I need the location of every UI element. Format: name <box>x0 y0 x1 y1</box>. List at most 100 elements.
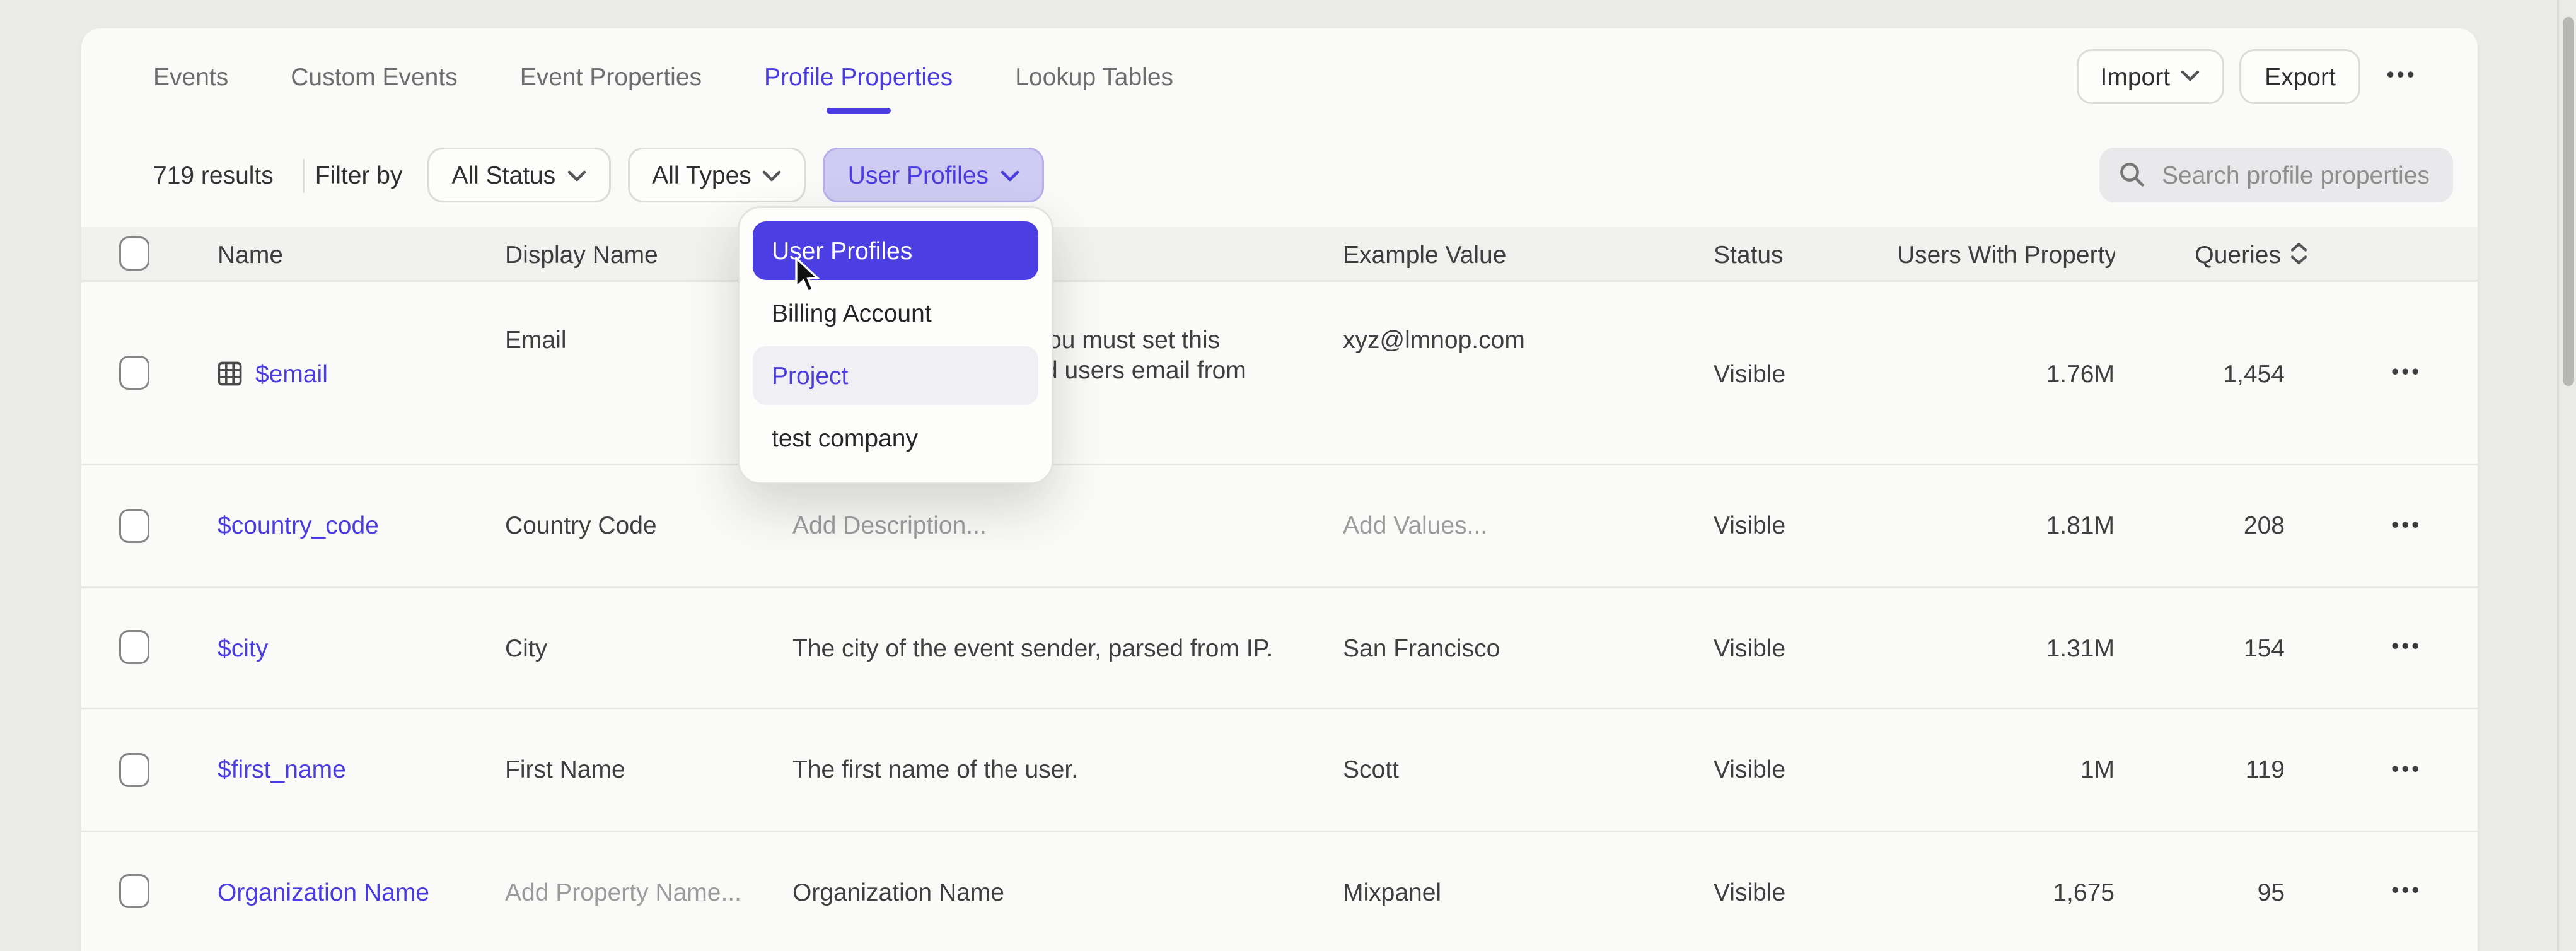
import-button[interactable]: Import <box>2076 49 2225 103</box>
example-value: xyz@lmnop.com <box>1343 282 1714 354</box>
row-checkbox[interactable] <box>119 752 149 786</box>
property-name: $email <box>255 359 328 387</box>
status-value: Visible <box>1714 359 1897 387</box>
filter-by-label: Filter by <box>315 161 403 189</box>
divider <box>302 158 304 192</box>
chevron-down-icon <box>763 170 782 181</box>
scrollbar-thumb[interactable] <box>2563 17 2574 386</box>
status-value: Visible <box>1714 877 1897 906</box>
chevron-down-icon <box>567 170 586 181</box>
property-name-link[interactable]: $city <box>218 633 505 662</box>
description: The first name of the user. <box>792 756 1343 784</box>
tab-event-properties[interactable]: Event Properties <box>520 62 702 90</box>
export-button[interactable]: Export <box>2240 49 2360 103</box>
more-horizontal-icon: ••• <box>2387 64 2417 87</box>
search-icon <box>2118 161 2147 189</box>
property-name-link[interactable]: $country_code <box>218 511 505 540</box>
profile-type-dropdown-menu: User Profiles Billing Account Project te… <box>738 206 1053 484</box>
menu-item-user-profiles[interactable]: User Profiles <box>753 221 1038 280</box>
queries-value: 154 <box>2115 633 2313 662</box>
property-name-link[interactable]: $first_name <box>218 756 505 784</box>
users-with-property-value: 1M <box>1897 756 2115 784</box>
column-header-example-value: Example Value <box>1343 240 1714 268</box>
status-value: Visible <box>1714 511 1897 540</box>
row-more-options-button[interactable]: ••• <box>2391 514 2422 537</box>
type-filter-label: All Types <box>652 161 751 189</box>
status-value: Visible <box>1714 633 1897 662</box>
row-more-options-button[interactable]: ••• <box>2391 758 2422 781</box>
display-name: Country Code <box>505 511 792 540</box>
property-name-link[interactable]: $email <box>218 359 505 387</box>
column-header-status: Status <box>1714 240 1897 268</box>
row-checkbox[interactable] <box>119 631 149 665</box>
example-value: Scott <box>1343 756 1714 784</box>
property-name: $first_name <box>218 756 346 784</box>
content-card: Events Custom Events Event Properties Pr… <box>81 28 2478 951</box>
row-more-options-button[interactable]: ••• <box>2391 880 2422 903</box>
tab-events[interactable]: Events <box>153 62 228 90</box>
menu-item-project[interactable]: Project <box>753 346 1038 405</box>
users-with-property-value: 1,675 <box>1897 877 2115 906</box>
table-grid-icon <box>218 361 242 385</box>
property-name: $city <box>218 633 268 662</box>
column-header-queries[interactable]: Queries <box>2115 240 2313 268</box>
profile-type-filter-dropdown[interactable]: User Profiles <box>823 148 1043 202</box>
row-checkbox[interactable] <box>119 875 149 909</box>
tab-lookup-tables[interactable]: Lookup Tables <box>1015 62 1173 90</box>
users-with-property-value: 1.81M <box>1897 511 2115 540</box>
column-header-users-with-property: Users With Property <box>1897 240 2115 268</box>
table-row: $city City The city of the event sender,… <box>81 588 2478 710</box>
vertical-scrollbar[interactable] <box>2557 0 2576 951</box>
queries-value: 1,454 <box>2115 359 2313 387</box>
description-fragment: d users email from <box>1044 356 1246 386</box>
search-box <box>2099 148 2453 202</box>
row-more-options-button[interactable]: ••• <box>2391 361 2422 384</box>
select-all-checkbox[interactable] <box>119 236 149 271</box>
status-filter-dropdown[interactable]: All Status <box>427 148 610 202</box>
status-filter-label: All Status <box>451 161 555 189</box>
row-checkbox[interactable] <box>119 356 149 390</box>
column-header-name: Name <box>218 240 505 268</box>
table-row: $email Email ou must set this d users em… <box>81 282 2478 465</box>
type-filter-dropdown[interactable]: All Types <box>627 148 806 202</box>
table-row: $country_code Country Code Add Descripti… <box>81 465 2478 588</box>
filter-bar: 719 results Filter by All Status All Typ… <box>81 123 2478 227</box>
queries-header-label: Queries <box>2195 240 2281 268</box>
description-fragment: ou must set this <box>1048 325 1220 356</box>
example-value: Mixpanel <box>1343 877 1714 906</box>
menu-item-billing-account[interactable]: Billing Account <box>753 284 1038 342</box>
display-name: City <box>505 633 792 662</box>
display-name: First Name <box>505 756 792 784</box>
description: Organization Name <box>792 877 1343 906</box>
queries-value: 119 <box>2115 756 2313 784</box>
row-checkbox[interactable] <box>119 508 149 542</box>
chevron-down-icon <box>2181 70 2200 81</box>
tab-custom-events[interactable]: Custom Events <box>291 62 457 90</box>
add-property-name-field[interactable]: Add Property Name... <box>505 877 792 906</box>
more-options-button[interactable]: ••• <box>2387 64 2417 87</box>
example-value: San Francisco <box>1343 633 1714 662</box>
queries-value: 208 <box>2115 511 2313 540</box>
search-input[interactable] <box>2162 161 2434 189</box>
import-button-label: Import <box>2101 62 2171 90</box>
row-more-options-button[interactable]: ••• <box>2391 636 2422 659</box>
property-name: $country_code <box>218 511 379 540</box>
queries-value: 95 <box>2115 877 2313 906</box>
profile-type-filter-label: User Profiles <box>848 161 989 189</box>
table-row: $first_name First Name The first name of… <box>81 709 2478 832</box>
table-header: Name Display Name Example Value Status U… <box>81 227 2478 282</box>
add-description-field[interactable]: Add Description... <box>792 511 1343 540</box>
table-row: Organization Name Add Property Name... O… <box>81 832 2478 951</box>
property-name: Organization Name <box>218 877 429 906</box>
property-name-link[interactable]: Organization Name <box>218 877 505 906</box>
status-value: Visible <box>1714 756 1897 784</box>
tab-bar: Events Custom Events Event Properties Pr… <box>81 28 2478 123</box>
tab-profile-properties[interactable]: Profile Properties <box>764 62 953 90</box>
sort-icon <box>2290 242 2307 265</box>
users-with-property-value: 1.31M <box>1897 633 2115 662</box>
export-button-label: Export <box>2265 62 2336 90</box>
description: The city of the event sender, parsed fro… <box>792 633 1343 662</box>
add-values-field[interactable]: Add Values... <box>1343 511 1714 540</box>
menu-item-test-company[interactable]: test company <box>753 409 1038 467</box>
results-count: 719 results <box>153 161 274 189</box>
